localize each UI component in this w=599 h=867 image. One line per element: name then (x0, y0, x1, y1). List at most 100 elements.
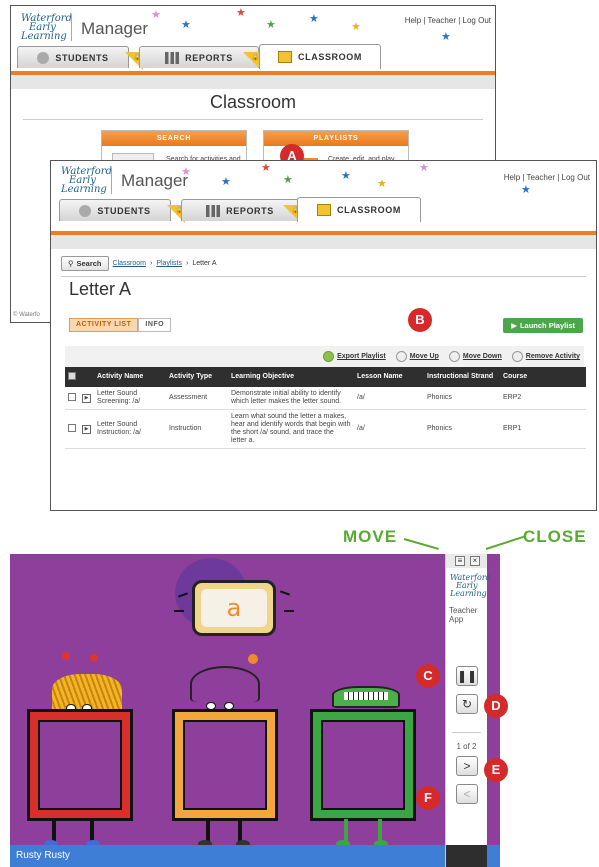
playlist-window: Waterford Early Learning Manager Help | … (50, 160, 597, 511)
waterford-logo: Waterford Early Learning (450, 573, 491, 598)
table-row[interactable]: ▶ Letter Sound Instruction: /a/ Instruct… (65, 409, 586, 449)
logout-link[interactable]: Log Out (463, 16, 491, 25)
star-icon: ★ (221, 176, 231, 188)
star-icon: ★ (521, 184, 531, 196)
teacher-link[interactable]: Teacher (527, 173, 555, 182)
breadcrumb-current: Letter A (192, 260, 217, 267)
close-label: CLOSE (523, 527, 587, 546)
select-all-checkbox[interactable] (68, 371, 76, 380)
activity-name: Letter Sound Instruction: /a/ (94, 409, 166, 449)
tab-students[interactable]: STUDENTS (17, 46, 129, 68)
star-icon: ★ (441, 31, 451, 43)
row-checkbox[interactable] (68, 392, 76, 401)
star-icon: ★ (261, 162, 271, 174)
row-checkbox[interactable] (68, 423, 76, 432)
pause-button[interactable]: ❚❚ (456, 666, 478, 686)
bar-chart-icon (165, 51, 180, 64)
tab-classroom[interactable]: CLASSROOM (259, 44, 381, 69)
close-icon[interactable]: × (470, 556, 480, 566)
teacher-link[interactable]: Teacher (428, 16, 456, 25)
course: ERP2 (500, 387, 586, 410)
col-lesson-name[interactable]: Lesson Name (354, 367, 424, 387)
learning-objective: Demonstrate initial ability to identify … (228, 387, 354, 410)
copyright-text: © Waterfo (13, 312, 40, 318)
star-icon: ★ (419, 162, 429, 174)
badge-f: F (416, 786, 440, 810)
playlist-toolbar: Export Playlist Move Up Move Down Remove… (65, 346, 584, 367)
help-link[interactable]: Help (405, 16, 421, 25)
logout-link[interactable]: Log Out (562, 173, 590, 182)
app-header: Waterford Early Learning Manager Help | … (11, 6, 495, 76)
app-header: Waterford Early Learning Manager Help | … (51, 161, 596, 231)
chevron-left-icon: < (463, 787, 471, 801)
classroom-icon (317, 204, 332, 216)
star-icon: ★ (341, 170, 351, 182)
students-icon (79, 204, 92, 217)
search-button[interactable]: ⚲ Search (61, 256, 109, 271)
move-arrow (403, 538, 439, 550)
move-label: MOVE (343, 527, 398, 546)
manager-title: Manager (121, 171, 189, 190)
instructional-strand: Phonics (424, 409, 500, 449)
help-link[interactable]: Help (504, 173, 520, 182)
breadcrumb-playlists[interactable]: Playlists (156, 260, 182, 267)
play-activity-icon[interactable]: ▶ (82, 424, 91, 434)
col-course[interactable]: Course (500, 367, 586, 387)
tab-classroom[interactable]: CLASSROOM (297, 197, 421, 222)
star-icon: ★ (181, 166, 191, 178)
breadcrumb: ⚲ Search Classroom › Playlists › Letter … (61, 256, 217, 271)
instructional-strand: Phonics (424, 387, 500, 410)
badge-c: C (416, 664, 440, 688)
star-icon: ★ (266, 19, 276, 31)
activity-name: Letter Sound Screening: /a/ (94, 387, 166, 410)
col-learning-objective[interactable]: Learning Objective (228, 367, 354, 387)
tab-reports[interactable]: REPORTS (181, 199, 299, 221)
play-activity-icon[interactable]: ▶ (82, 393, 91, 403)
launch-playlist-button[interactable]: ▶ Launch Playlist (503, 318, 583, 333)
lesson-name: /a/ (354, 409, 424, 449)
next-button[interactable]: > (456, 756, 478, 776)
playlist-title: Letter A (69, 279, 132, 299)
star-icon: ★ (309, 13, 319, 25)
col-activity-type[interactable]: Activity Type (166, 367, 228, 387)
picture-frame-green (310, 709, 416, 821)
search-icon: ⚲ (68, 259, 74, 268)
play-icon: ▶ (511, 321, 517, 330)
tab-reports[interactable]: REPORTS (139, 46, 259, 68)
previous-button[interactable]: < (456, 784, 478, 804)
badge-e: E (484, 758, 508, 782)
picture-frame-red (27, 709, 133, 821)
star-icon: ★ (283, 174, 293, 186)
replay-button[interactable]: ↻ (456, 694, 478, 714)
star-icon: ★ (151, 9, 161, 21)
page-counter: 1 of 2 (456, 742, 477, 751)
breadcrumb-classroom[interactable]: Classroom (113, 260, 146, 267)
move-down-button[interactable]: Move Down (448, 351, 502, 362)
move-up-button[interactable]: Move Up (395, 351, 439, 362)
table-row[interactable]: ▶ Letter Sound Screening: /a/ Assessment… (65, 387, 586, 410)
tab-students[interactable]: STUDENTS (59, 199, 171, 221)
picture-frame-orange (172, 709, 278, 821)
remove-activity-button[interactable]: Remove Activity (511, 351, 580, 362)
pause-icon: ❚❚ (456, 669, 478, 683)
waterford-logo: Waterford Early Learning (21, 13, 72, 42)
remove-icon (511, 351, 523, 362)
lesson-name: /a/ (354, 387, 424, 410)
star-icon: ★ (351, 21, 361, 33)
course: ERP1 (500, 409, 586, 449)
activity-player[interactable]: a Rusty Rusty (10, 554, 500, 867)
tab-info[interactable]: INFO (138, 318, 172, 332)
star-icon: ★ (181, 19, 191, 31)
waterford-logo: Waterford Early Learning (61, 166, 112, 195)
player-status-bar: Rusty Rusty (10, 845, 500, 867)
badge-b: B (408, 308, 432, 332)
col-instructional-strand[interactable]: Instructional Strand (424, 367, 500, 387)
close-arrow (485, 535, 525, 550)
move-handle-icon[interactable]: ≡ (455, 556, 465, 566)
tab-activity-list[interactable]: ACTIVITY LIST (69, 318, 139, 332)
export-playlist-button[interactable]: Export Playlist (323, 351, 386, 362)
page-title: Classroom (209, 92, 297, 112)
col-activity-name[interactable]: Activity Name (94, 367, 166, 387)
star-icon: ★ (377, 178, 387, 190)
classroom-icon (278, 51, 293, 63)
